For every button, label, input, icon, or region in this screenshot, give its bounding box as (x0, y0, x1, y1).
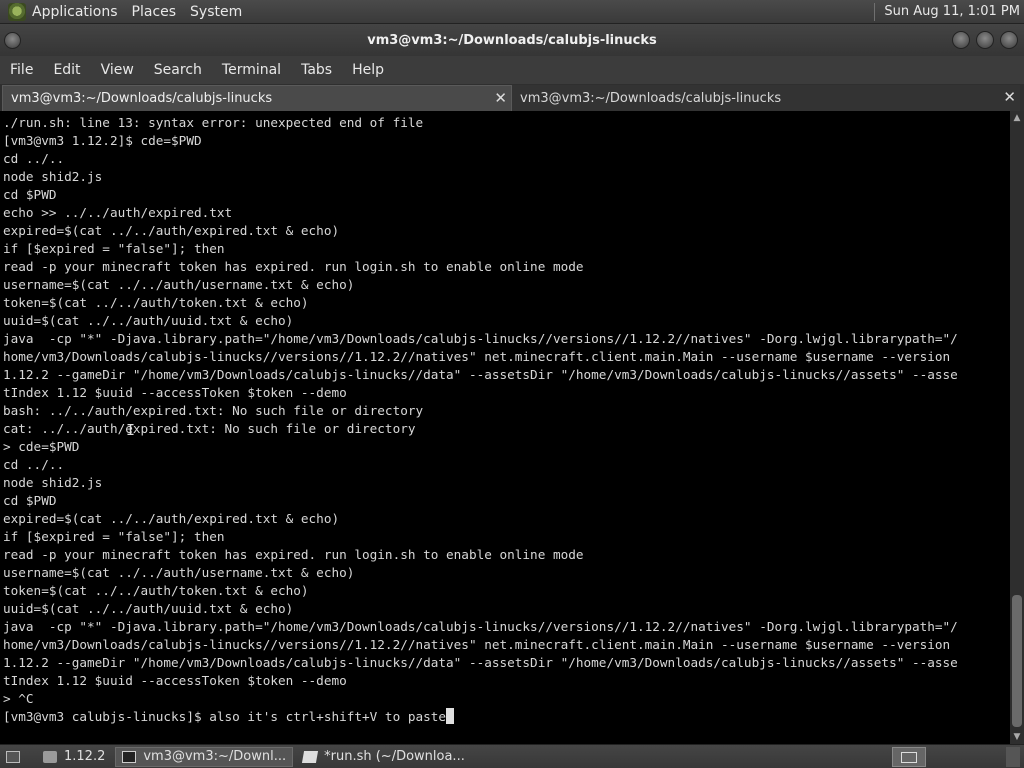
terminal-line: if [$expired = "false"]; then (3, 529, 225, 544)
terminal-line: cd ../.. (3, 151, 65, 166)
terminal-output[interactable]: ./run.sh: line 13: syntax error: unexpec… (3, 114, 1007, 726)
terminal-line: uuid=$(cat ../../auth/uuid.txt & echo) (3, 313, 294, 328)
bottom-panel: 1.12.2 vm3@vm3:~/Downl... *run.sh (~/Dow… (0, 744, 1024, 768)
scrollbar[interactable]: ▲ ▼ (1010, 111, 1024, 744)
terminal-line: token=$(cat ../../auth/token.txt & echo) (3, 295, 309, 310)
terminal-line: echo >> ../../auth/expired.txt (3, 205, 233, 220)
menu-edit[interactable]: Edit (53, 62, 80, 78)
close-icon[interactable]: ✕ (1003, 88, 1016, 106)
terminal-line: > cde=$PWD (3, 439, 80, 454)
terminal-line: home/vm3/Downloads/calubjs-linucks//vers… (3, 637, 951, 652)
terminal-line: cd $PWD (3, 493, 57, 508)
terminal-window: vm3@vm3:~/Downloads/calubjs-linucks File… (0, 24, 1024, 744)
maximize-button[interactable] (976, 31, 994, 49)
terminal-line: uuid=$(cat ../../auth/uuid.txt & echo) (3, 601, 294, 616)
terminal-line: username=$(cat ../../auth/username.txt &… (3, 277, 355, 292)
taskbar-item-label: 1.12.2 (64, 749, 106, 764)
scroll-down-icon[interactable]: ▼ (1012, 732, 1022, 742)
terminal-line: home/vm3/Downloads/calubjs-linucks//vers… (3, 349, 951, 364)
tab-terminal-2[interactable]: vm3@vm3:~/Downloads/calubjs-linucks ✕ (512, 85, 1020, 111)
tab-terminal-1[interactable]: vm3@vm3:~/Downloads/calubjs-linucks ✕ (2, 85, 512, 111)
taskbar-item-label: vm3@vm3:~/Downl... (143, 749, 287, 764)
block-cursor (446, 708, 455, 724)
system-menu[interactable]: System (190, 4, 242, 20)
window-title: vm3@vm3:~/Downloads/calubjs-linucks (367, 32, 657, 48)
applications-menu[interactable]: Applications (32, 4, 118, 20)
terminal-line: expired=$(cat ../../auth/expired.txt & e… (3, 223, 340, 238)
terminal-prompt-line[interactable]: [vm3@vm3 calubjs-linucks]$ also it's ctr… (3, 708, 1007, 726)
close-window-button[interactable] (1000, 31, 1018, 49)
text-editor-icon (302, 750, 319, 763)
scrollbar-thumb[interactable] (1012, 595, 1022, 727)
terminal-line: tIndex 1.12 $uuid --accessToken $token -… (3, 673, 347, 688)
menu-view[interactable]: View (101, 62, 134, 78)
show-desktop-button[interactable] (0, 747, 33, 767)
menu-search[interactable]: Search (154, 62, 202, 78)
terminal-line: java -cp "*" -Djava.library.path="/home/… (3, 331, 958, 346)
menubar: File Edit View Search Terminal Tabs Help (0, 56, 1024, 84)
terminal-line: ./run.sh: line 13: syntax error: unexpec… (3, 115, 424, 130)
terminal-line: java -cp "*" -Djava.library.path="/home/… (3, 619, 958, 634)
distro-logo-icon[interactable] (8, 2, 26, 21)
taskbar-item-label: *run.sh (~/Downloa... (324, 749, 465, 764)
workspace-switcher[interactable] (892, 746, 926, 767)
terminal-line: cat: ../../auth/expired.txt: No such fil… (3, 421, 416, 436)
terminal-line: read -p your minecraft token has expired… (3, 547, 584, 562)
minimize-button[interactable] (952, 31, 970, 49)
terminal-line: 1.12.2 --gameDir "/home/vm3/Downloads/ca… (3, 655, 958, 670)
terminal-line: bash: ../../auth/expired.txt: No such fi… (3, 403, 424, 418)
top-panel: Applications Places System Sun Aug 11, 1… (0, 0, 1024, 24)
desktop-icon (6, 750, 20, 763)
terminal-line: > ^C (3, 691, 34, 706)
workspace-icon (901, 751, 917, 763)
terminal-line: cd ../.. (3, 457, 65, 472)
panel-right: Sun Aug 11, 1:01 PM (874, 0, 1024, 24)
prompt-text: [vm3@vm3 calubjs-linucks]$ also it's ctr… (3, 709, 447, 724)
taskbar-item-terminal[interactable]: vm3@vm3:~/Downl... (115, 746, 294, 767)
trash-icon[interactable] (1006, 746, 1020, 767)
taskbar-item-editor[interactable]: *run.sh (~/Downloa... (297, 747, 471, 767)
tab-bar: vm3@vm3:~/Downloads/calubjs-linucks ✕ vm… (0, 84, 1024, 111)
window-titlebar[interactable]: vm3@vm3:~/Downloads/calubjs-linucks (0, 24, 1024, 56)
menu-terminal[interactable]: Terminal (222, 62, 281, 78)
terminal-line: read -p your minecraft token has expired… (3, 259, 584, 274)
terminal-line: 1.12.2 --gameDir "/home/vm3/Downloads/ca… (3, 367, 958, 382)
terminal-line: [vm3@vm3 1.12.2]$ cde=$PWD (3, 133, 202, 148)
terminal-line: if [$expired = "false"]; then (3, 241, 225, 256)
menu-help[interactable]: Help (352, 62, 384, 78)
terminal-line: tIndex 1.12 $uuid --accessToken $token -… (3, 385, 347, 400)
terminal-area[interactable]: ./run.sh: line 13: syntax error: unexpec… (0, 111, 1024, 744)
tab-label: vm3@vm3:~/Downloads/calubjs-linucks (520, 90, 782, 106)
clock[interactable]: Sun Aug 11, 1:01 PM (884, 4, 1020, 19)
taskbar-item-folder[interactable]: 1.12.2 (37, 747, 111, 767)
tab-label: vm3@vm3:~/Downloads/calubjs-linucks (11, 91, 273, 106)
terminal-line: node shid2.js (3, 169, 103, 184)
window-controls (952, 31, 1018, 49)
scroll-up-icon[interactable]: ▲ (1012, 113, 1022, 123)
menu-file[interactable]: File (10, 62, 33, 78)
terminal-line: expired=$(cat ../../auth/expired.txt & e… (3, 511, 340, 526)
close-icon[interactable]: ✕ (494, 89, 507, 107)
folder-icon (43, 750, 57, 763)
terminal-line: node shid2.js (3, 475, 103, 490)
terminal-line: username=$(cat ../../auth/username.txt &… (3, 565, 355, 580)
terminal-icon (122, 750, 137, 763)
panel-separator (874, 2, 876, 21)
window-menu-icon[interactable] (4, 32, 21, 49)
text-cursor-icon: I (126, 421, 136, 439)
terminal-line: cd $PWD (3, 187, 57, 202)
menu-tabs[interactable]: Tabs (301, 62, 332, 78)
places-menu[interactable]: Places (132, 4, 177, 20)
terminal-line: token=$(cat ../../auth/token.txt & echo) (3, 583, 309, 598)
